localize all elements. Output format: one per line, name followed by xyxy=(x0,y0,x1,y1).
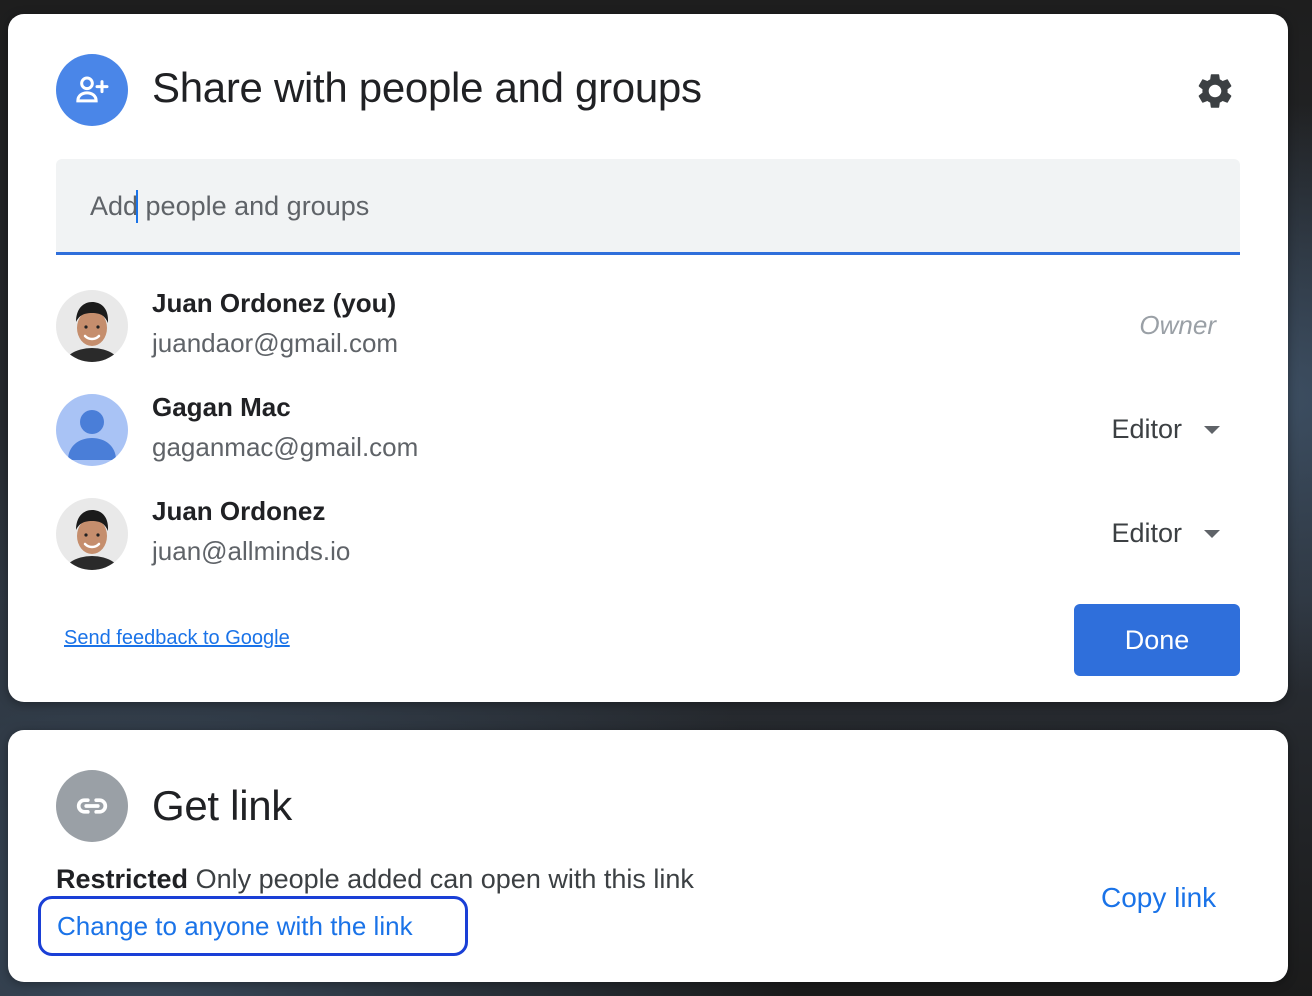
change-access-label: Change to anyone with the link xyxy=(57,910,413,941)
person-email: juan@allminds.io xyxy=(152,536,351,566)
caret-down-icon xyxy=(1204,425,1220,434)
caret-down-icon xyxy=(1204,529,1220,538)
add-people-input[interactable] xyxy=(88,181,1212,231)
person-name: Gagan Mac xyxy=(152,392,291,422)
person-name: Juan Ordonez xyxy=(152,496,326,526)
avatar xyxy=(56,498,128,570)
role-label: Editor xyxy=(1111,518,1182,548)
add-people-field[interactable] xyxy=(56,159,1240,255)
person-row: Juan Ordonez juan@allminds.io Editor xyxy=(56,496,1240,576)
done-button[interactable]: Done xyxy=(1074,604,1240,676)
person-row: Gagan Mac gaganmac@gmail.com Editor xyxy=(56,392,1240,472)
avatar xyxy=(56,290,128,362)
settings-button[interactable] xyxy=(1194,70,1236,112)
get-link-panel: Get link Restricted Only people added ca… xyxy=(8,730,1288,982)
person-email: gaganmac@gmail.com xyxy=(152,432,419,462)
change-access-link[interactable]: Change to anyone with the link xyxy=(38,896,468,956)
person-name: Juan Ordonez (you) xyxy=(152,288,397,318)
get-link-title: Get link xyxy=(152,782,292,829)
share-dialog: Share with people and groups Juan Ordone… xyxy=(8,14,1288,702)
gear-icon xyxy=(1198,74,1232,108)
restricted-label: Restricted xyxy=(56,864,189,894)
role-dropdown[interactable]: Editor xyxy=(1111,414,1220,445)
person-email: juandaor@gmail.com xyxy=(152,328,399,358)
share-title: Share with people and groups xyxy=(152,64,702,111)
link-icon xyxy=(56,770,128,842)
restricted-description: Only people added can open with this lin… xyxy=(195,864,694,894)
text-caret xyxy=(136,190,138,223)
copy-link-button[interactable]: Copy link xyxy=(1101,882,1216,914)
link-access-description: Restricted Only people added can open wi… xyxy=(56,864,694,895)
person-add-icon xyxy=(56,54,128,126)
role-label: Editor xyxy=(1111,414,1182,444)
person-row-owner: Juan Ordonez (you) juandaor@gmail.com Ow… xyxy=(56,288,1240,368)
role-label: Owner xyxy=(1139,310,1216,340)
role-dropdown[interactable]: Editor xyxy=(1111,518,1220,549)
send-feedback-link[interactable]: Send feedback to Google xyxy=(64,627,290,650)
avatar xyxy=(56,394,128,466)
